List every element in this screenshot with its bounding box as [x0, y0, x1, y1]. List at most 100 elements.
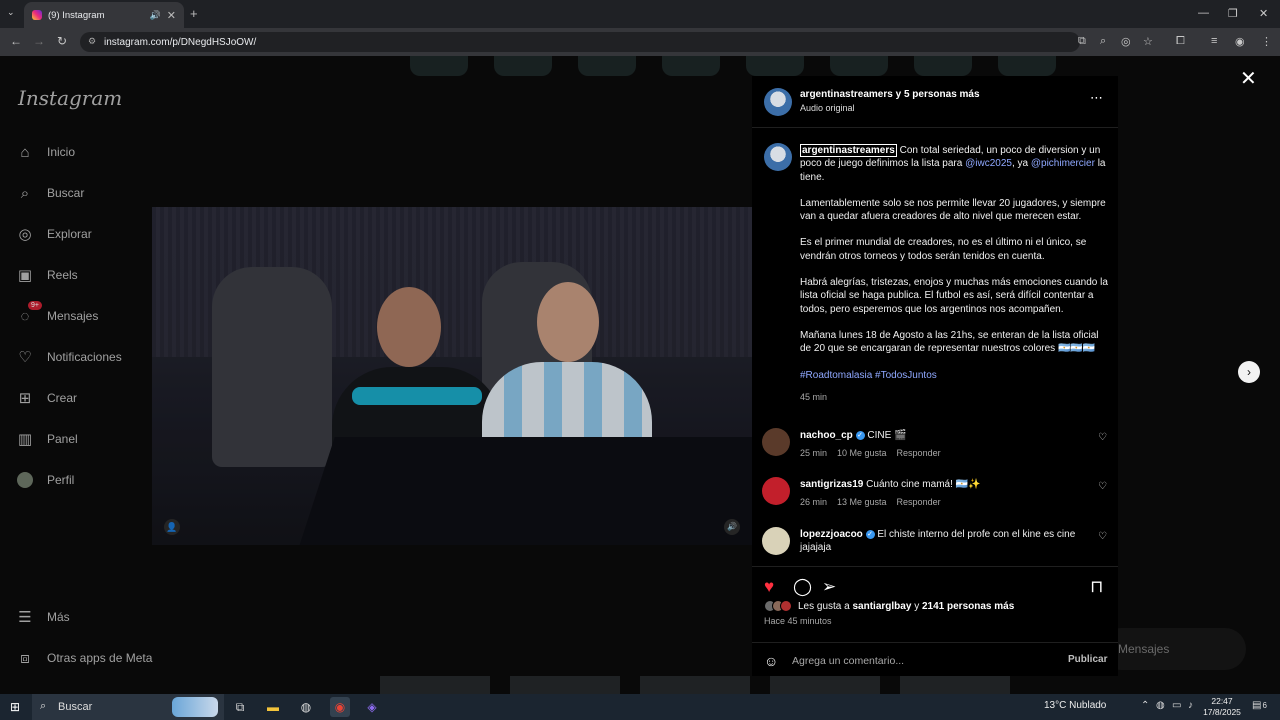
audio-toggle-icon[interactable]: 🔊: [724, 519, 740, 535]
next-post-icon[interactable]: ›: [1238, 361, 1260, 383]
comment-likes[interactable]: 10 Me gusta: [837, 448, 887, 458]
sidebar-item-mas[interactable]: ☰ Más: [16, 606, 69, 628]
sidebar-item-mensajes[interactable]: ◌ 9+ Mensajes: [16, 301, 98, 327]
messages-pill[interactable]: Mensajes: [1100, 628, 1246, 670]
sidebar-item-notificaciones[interactable]: ♡ Notificaciones: [16, 346, 121, 368]
like-heart-icon[interactable]: ♥: [764, 577, 774, 597]
system-clock[interactable]: 22:47 17/8/2025: [1202, 696, 1242, 718]
author-avatar[interactable]: [764, 88, 792, 116]
menu-icon: ☰: [18, 609, 32, 626]
comment-like-icon[interactable]: ♡: [1098, 481, 1107, 492]
taskbar-search[interactable]: ⌕ Buscar: [32, 694, 224, 720]
reply-button[interactable]: Responder: [897, 497, 941, 507]
sidebar-item-reels[interactable]: ▣ Reels: [16, 264, 78, 286]
comment-text: santigrizas19 Cuánto cine mamá! 🇦🇷✨: [800, 478, 1090, 491]
site-info-icon[interactable]: ⚙: [88, 36, 96, 47]
save-bookmark-icon[interactable]: ⊓: [1090, 577, 1103, 597]
sidebar-label: Perfil: [47, 473, 75, 487]
audio-label[interactable]: Audio original: [800, 103, 855, 113]
sidebar-item-crear[interactable]: ⊞ Crear: [16, 387, 77, 409]
emoji-icon[interactable]: ☺: [764, 653, 778, 669]
task-view-icon[interactable]: ⧉: [230, 697, 250, 717]
comment-username[interactable]: lopezzjoacoo: [800, 529, 863, 540]
sidebar-label: Inicio: [47, 145, 76, 159]
share-icon[interactable]: ➢: [822, 577, 836, 597]
reload-icon[interactable]: ↻: [57, 34, 67, 48]
tab-title: (9) Instagram: [48, 9, 105, 21]
comment-avatar[interactable]: [762, 477, 790, 505]
profile-icon[interactable]: ◉: [1235, 35, 1245, 48]
likes-summary[interactable]: Les gusta a santiarglbay y 2141 personas…: [764, 600, 1014, 612]
sidebar-item-otras-apps[interactable]: ⧈ Otras apps de Meta: [16, 647, 152, 669]
likes-count[interactable]: 2141 personas más: [922, 601, 1014, 612]
likes-user[interactable]: santiarglbay: [853, 601, 912, 612]
bookmark-star-icon[interactable]: ☆: [1143, 35, 1153, 48]
author-username[interactable]: argentinastreamers: [800, 89, 893, 100]
microphone-icon[interactable]: ♪: [1188, 700, 1193, 711]
post-author[interactable]: argentinastreamers y 5 personas más: [800, 89, 980, 100]
eye-off-icon[interactable]: ◎: [1121, 35, 1131, 48]
mention-link[interactable]: @pichimercier: [1031, 158, 1095, 169]
caption-author-avatar[interactable]: [764, 143, 792, 171]
back-icon[interactable]: ←: [10, 34, 22, 48]
reply-button[interactable]: Responder: [897, 448, 941, 458]
caption-author[interactable]: argentinastreamers: [800, 144, 897, 157]
tab-search-icon[interactable]: ⌄: [7, 7, 15, 18]
close-modal-icon[interactable]: ✕: [1240, 66, 1257, 91]
window-close-icon[interactable]: ✕: [1259, 7, 1268, 20]
post-timestamp: Hace 45 minutos: [764, 616, 832, 626]
tray-app-icon[interactable]: ◍: [1156, 700, 1165, 711]
mention-link[interactable]: @iwc2025: [965, 158, 1012, 169]
messages-badge: 9+: [28, 301, 42, 310]
comment-icon[interactable]: ◯: [793, 577, 812, 597]
file-explorer-icon[interactable]: ▬: [263, 697, 283, 717]
comment-username[interactable]: nachoo_cp: [800, 430, 853, 441]
publish-button[interactable]: Publicar: [1068, 654, 1107, 665]
likes-middle: y: [914, 600, 920, 612]
search-highlight-art: [172, 697, 218, 717]
cast-icon[interactable]: ⧉: [1078, 35, 1086, 48]
sidebar-item-inicio[interactable]: ⌂ Inicio: [16, 141, 75, 163]
sidebar-label: Crear: [47, 391, 78, 405]
comment-likes[interactable]: 13 Me gusta: [837, 497, 887, 507]
tab-audio-icon[interactable]: 🔊: [150, 10, 161, 21]
instagram-logo[interactable]: Instagram: [18, 86, 122, 110]
extensions-icon[interactable]: ⧠: [1176, 35, 1185, 48]
tab-close-icon[interactable]: ✕: [167, 9, 176, 22]
comment-avatar[interactable]: [762, 428, 790, 456]
sidebar-label: Explorar: [47, 227, 92, 241]
sidebar-item-perfil[interactable]: Perfil: [16, 469, 74, 491]
more-options-icon[interactable]: ⋯: [1090, 90, 1103, 106]
reading-list-icon[interactable]: ≡: [1211, 35, 1217, 47]
sidebar-item-explorar[interactable]: ◎ Explorar: [16, 223, 92, 245]
discord-icon[interactable]: ◈: [362, 697, 382, 717]
comment-like-icon[interactable]: ♡: [1098, 432, 1107, 443]
tray-chevron-icon[interactable]: ⌃: [1141, 700, 1149, 711]
zoom-icon[interactable]: ⌕: [1100, 35, 1106, 48]
network-icon[interactable]: ▭: [1172, 700, 1181, 711]
post-video[interactable]: 👤 🔊: [152, 207, 752, 545]
comment-avatar[interactable]: [762, 527, 790, 555]
weather-widget[interactable]: 13°C Nublado: [1044, 700, 1106, 711]
sidebar-item-panel[interactable]: ▥ Panel: [16, 428, 78, 450]
minimize-icon[interactable]: —: [1198, 7, 1209, 19]
address-bar[interactable]: ⚙ instagram.com/p/DNegdHSJoOW/: [80, 32, 1080, 52]
comment-composer: ☺ Publicar: [752, 642, 1118, 676]
comment-like-icon[interactable]: ♡: [1098, 531, 1107, 542]
windows-start-icon[interactable]: ⊞: [10, 700, 20, 714]
app-icon[interactable]: ◍: [296, 697, 316, 717]
notifications-icon[interactable]: ▤6: [1252, 700, 1267, 711]
forward-icon[interactable]: →: [33, 34, 45, 48]
comment-username[interactable]: santigrizas19: [800, 479, 863, 490]
chrome-icon[interactable]: ◉: [330, 697, 350, 717]
maximize-icon[interactable]: ❐: [1228, 7, 1238, 20]
browser-menu-icon[interactable]: ⋮: [1261, 35, 1272, 48]
hashtags[interactable]: #Roadtomalasia #TodosJuntos: [800, 369, 1110, 382]
browser-tab-instagram[interactable]: (9) Instagram 🔊 ✕: [24, 2, 184, 28]
coauthors-link[interactable]: y 5 personas más: [896, 89, 980, 100]
tagged-users-icon[interactable]: 👤: [164, 519, 180, 535]
new-tab-button[interactable]: +: [190, 6, 198, 21]
comment-input[interactable]: [792, 652, 1052, 670]
sidebar-item-buscar[interactable]: ⌕ Buscar: [16, 182, 85, 204]
caption-paragraph: Mañana lunes 18 de Agosto a las 21hs, se…: [800, 329, 1099, 355]
